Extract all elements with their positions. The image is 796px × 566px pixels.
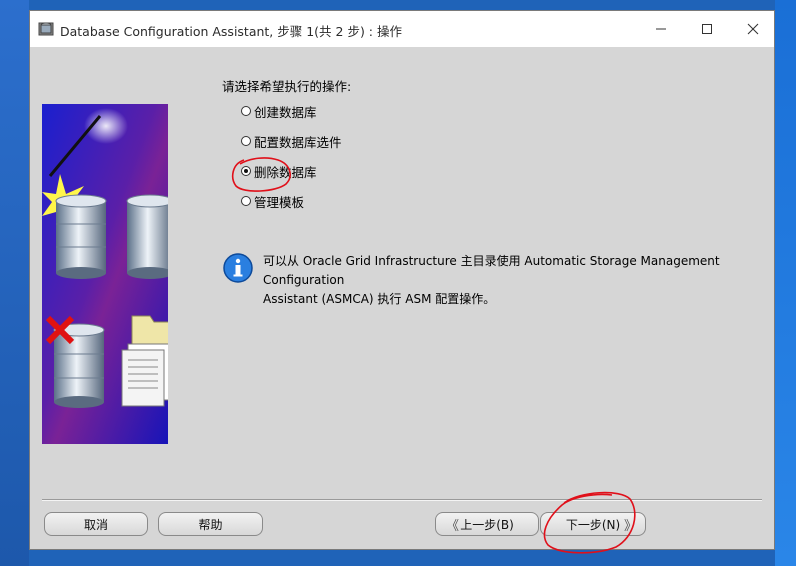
- title-bar[interactable]: Database Configuration Assistant, 步骤 1(共…: [30, 11, 774, 47]
- asmca-info-line1: 可以从 Oracle Grid Infrastructure 主目录使用 Aut…: [263, 254, 720, 287]
- next-arrow-icon: 》: [623, 518, 637, 534]
- back-button[interactable]: 《 上一步(B): [435, 512, 539, 536]
- dbca-window: Database Configuration Assistant, 步骤 1(共…: [29, 10, 775, 554]
- help-button[interactable]: 帮助: [158, 512, 263, 536]
- operation-prompt: 请选择希望执行的操作:: [222, 79, 352, 94]
- window-title: Database Configuration Assistant, 步骤 1(共…: [60, 24, 402, 39]
- option-delete-database-label: 删除数据库: [254, 164, 317, 180]
- database-app-icon: [38, 22, 54, 36]
- next-button-label: 下一步(N): [565, 517, 621, 532]
- maximize-icon: [702, 24, 712, 34]
- info-icon: [223, 253, 253, 283]
- option-delete-database[interactable]: 删除数据库: [241, 161, 317, 181]
- desktop-background-left: [0, 0, 29, 566]
- database-configure-icon: [126, 194, 168, 279]
- maximize-button[interactable]: [684, 11, 730, 47]
- asmca-info-text: 可以从 Oracle Grid Infrastructure 主目录使用 Aut…: [263, 252, 773, 309]
- minimize-button[interactable]: [638, 11, 684, 47]
- radio-manage-templates[interactable]: [241, 196, 251, 206]
- back-arrow-icon: 《: [446, 518, 460, 534]
- footer-separator: [42, 499, 762, 501]
- radio-create-database[interactable]: [241, 106, 251, 116]
- radio-delete-database[interactable]: [241, 166, 251, 176]
- option-create-database[interactable]: 创建数据库: [241, 101, 317, 121]
- next-button[interactable]: 下一步(N) 》: [540, 512, 646, 536]
- option-configure-options[interactable]: 配置数据库选件: [241, 131, 342, 151]
- option-create-database-label: 创建数据库: [254, 104, 317, 120]
- option-manage-templates[interactable]: 管理模板: [241, 191, 304, 211]
- asmca-info-line2: Assistant (ASMCA) 执行 ASM 配置操作。: [263, 292, 496, 306]
- close-button[interactable]: [730, 11, 776, 47]
- database-delete-icon: [45, 315, 105, 408]
- option-manage-templates-label: 管理模板: [254, 194, 305, 210]
- close-icon: [747, 23, 759, 35]
- wizard-banner-image: [42, 104, 168, 444]
- option-configure-options-label: 配置数据库选件: [254, 134, 342, 150]
- minimize-icon: [656, 28, 666, 30]
- desktop-background-right: [775, 0, 796, 566]
- back-button-label: 上一步(B): [460, 517, 514, 532]
- cancel-button[interactable]: 取消: [44, 512, 148, 536]
- radio-configure-options[interactable]: [241, 136, 251, 146]
